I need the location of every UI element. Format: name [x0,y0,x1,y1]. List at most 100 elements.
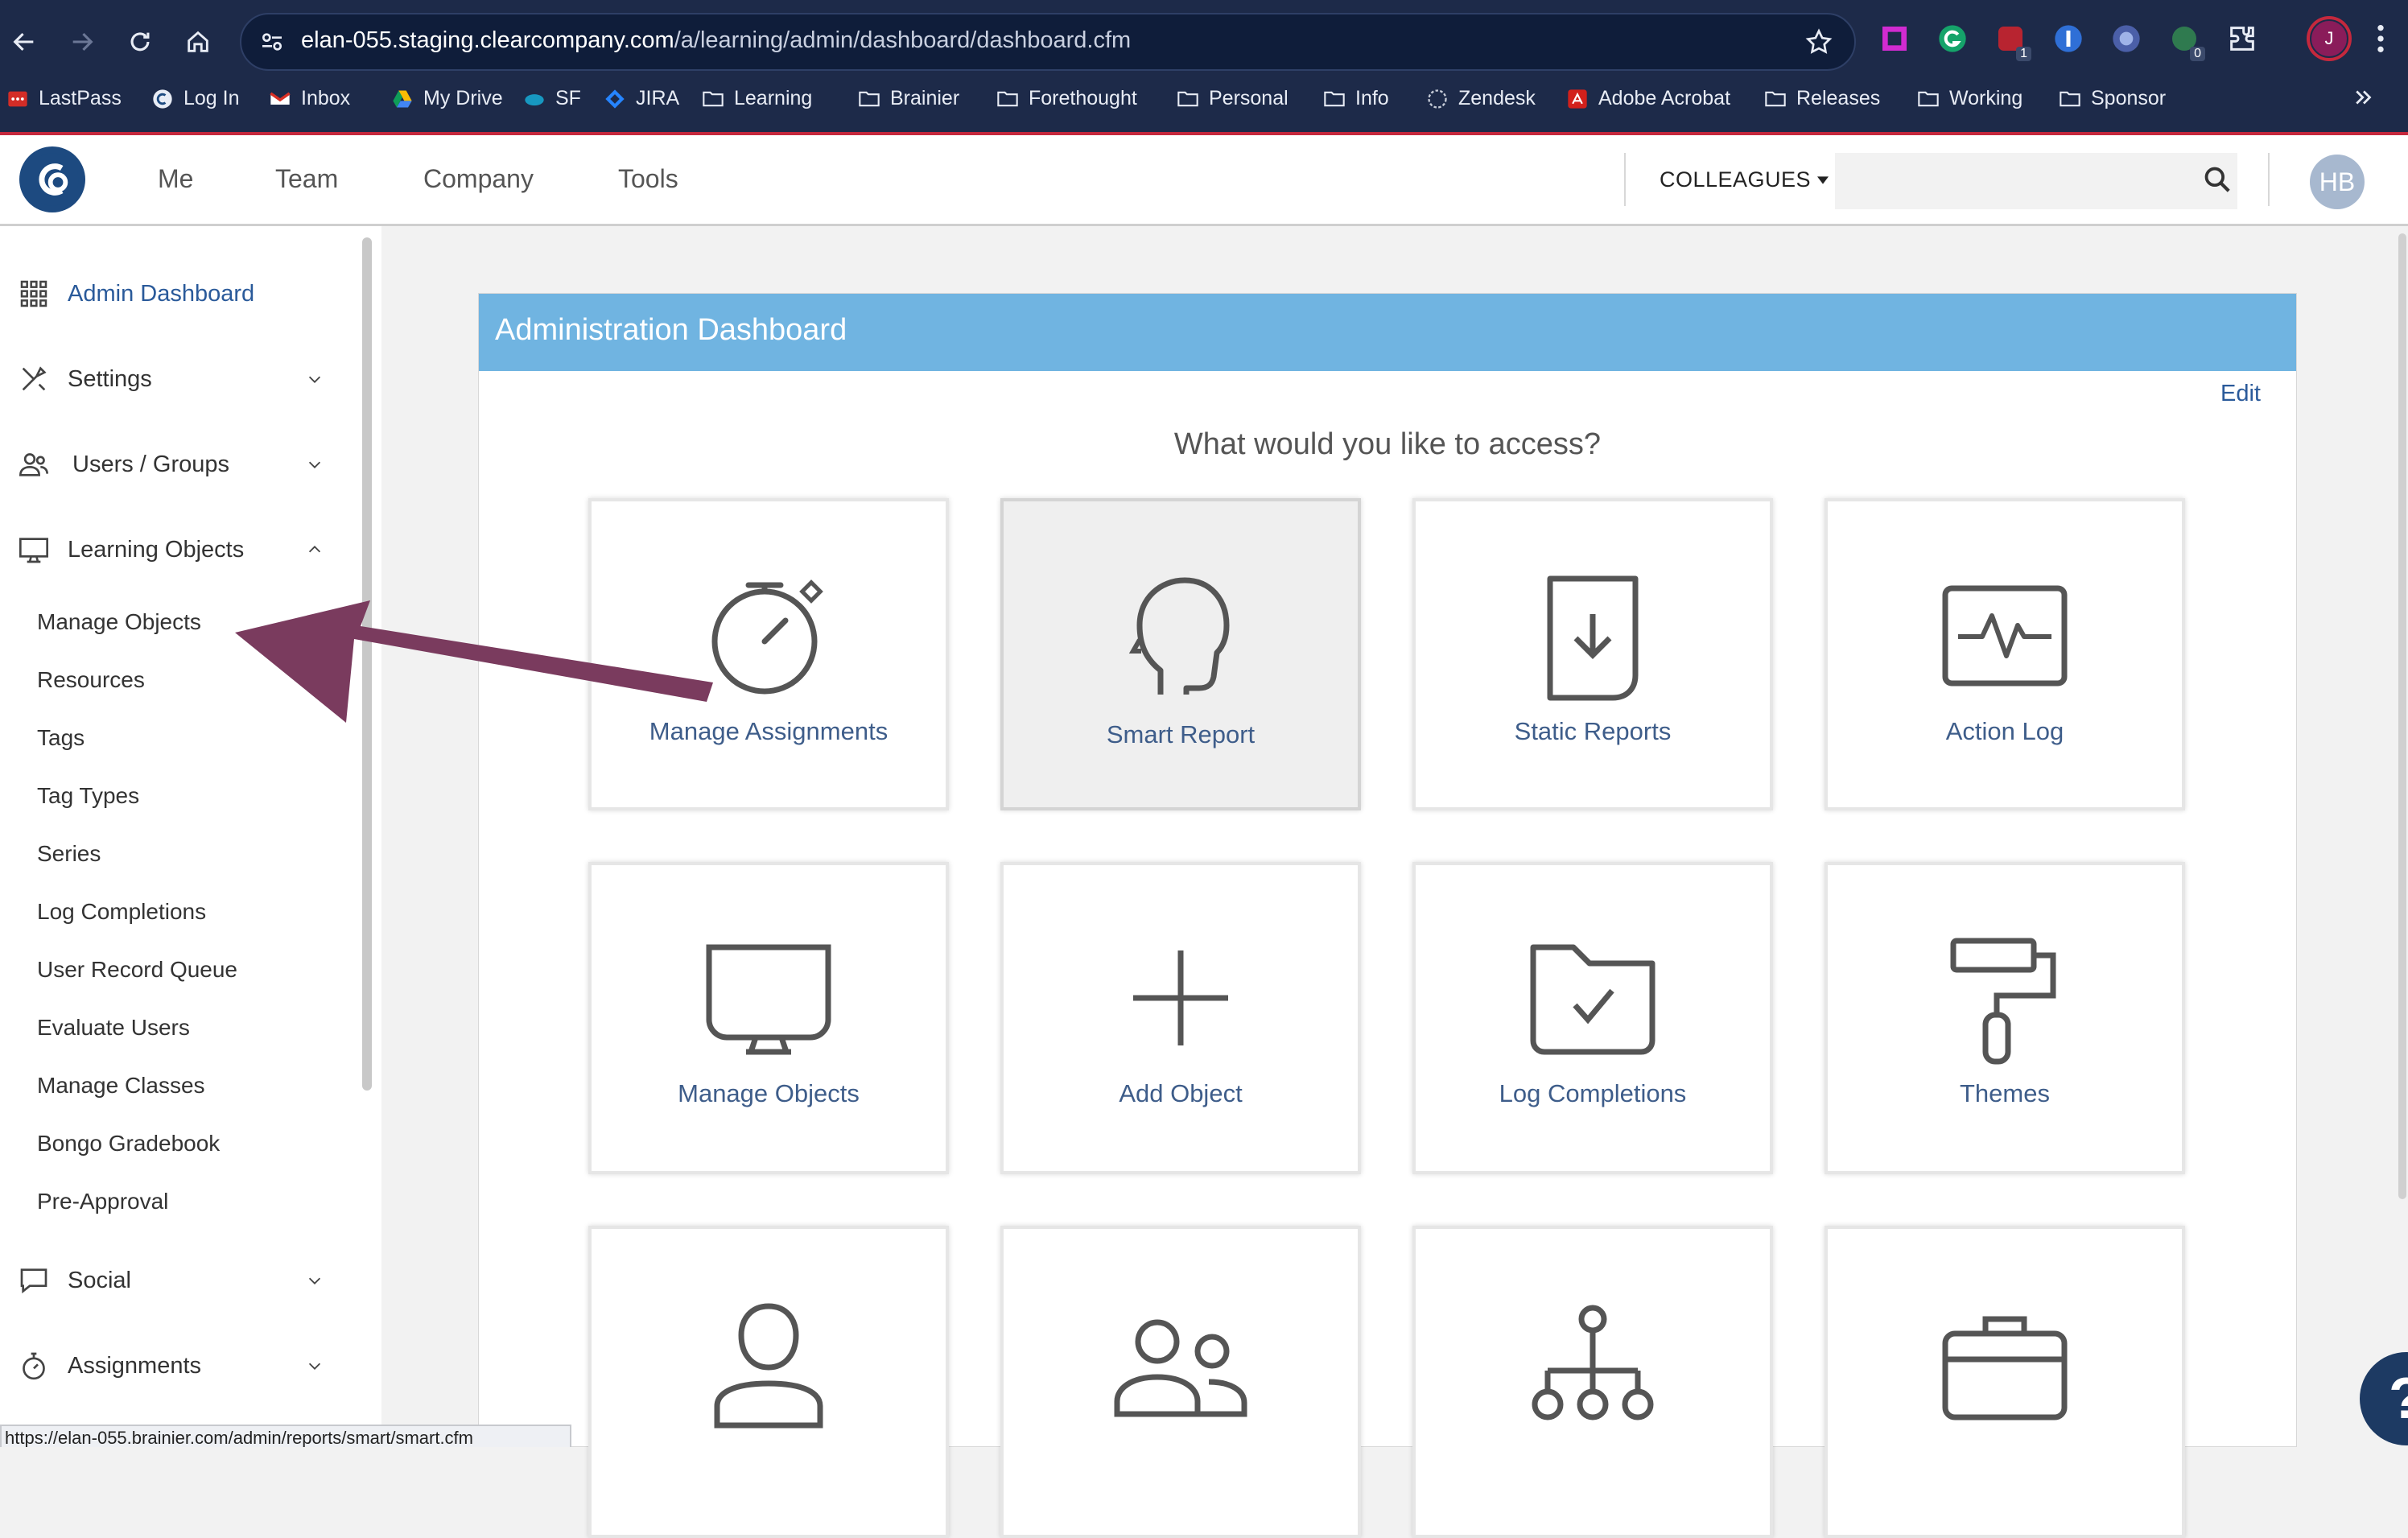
header-divider [2268,153,2270,206]
home-button[interactable] [175,19,221,64]
sidebar-subitem-log-completions[interactable]: Log Completions [37,899,206,925]
home-icon [188,31,208,52]
sidebar-subitem-tag-types[interactable]: Tag Types [37,783,139,809]
bookmark-jira[interactable]: JIRA [604,87,679,110]
tile-org-chart[interactable] [1412,1226,1773,1538]
bookmark-log-in[interactable]: Log In [151,87,240,110]
chevron-down-icon [308,1277,321,1284]
bookmark-sf[interactable]: SF [523,87,581,110]
bookmarks-overflow-icon[interactable] [2352,85,2376,109]
sidebar-item-users-groups[interactable]: Users / Groups [0,440,346,489]
users-icon [19,453,48,476]
site-settings-icon[interactable] [259,29,285,55]
colleague-search-input[interactable] [1835,153,2237,209]
bookmark-info[interactable]: Info [1323,87,1389,110]
sidebar-item-social[interactable]: Social [0,1256,346,1305]
user-icon [714,1303,823,1429]
folder-icon [858,88,880,110]
bookmark-adobe-acrobat[interactable]: Adobe Acrobat [1566,87,1730,110]
bookmark-label: JIRA [636,87,680,109]
bookmark-lastpass[interactable]: LastPass [6,87,122,110]
tile-themes[interactable]: Themes [1825,862,2185,1174]
nav-tools[interactable]: Tools [618,164,678,194]
user-avatar[interactable]: HB [2310,155,2365,209]
back-button[interactable] [2,19,47,64]
extension-circle-icon[interactable] [2110,23,2142,55]
sidebar-item-admin-dashboard[interactable]: Admin Dashboard [0,270,346,318]
bookmark-label: Releases [1796,87,1881,109]
sidebar-item-settings[interactable]: Settings [0,355,346,403]
sidebar-subitem-manage-classes[interactable]: Manage Classes [37,1073,205,1099]
bookmark-label: Log In [183,87,240,109]
extension-badge-icon[interactable]: 1 [1994,23,2031,61]
bookmark-inbox[interactable]: Inbox [269,87,350,110]
page-scrollbar[interactable] [2398,233,2406,1199]
back-arrow-icon [13,32,34,52]
chevron-up-icon [308,546,321,553]
tile-manage-objects[interactable]: Manage Objects [588,862,949,1174]
sidebar-subitem-manage-objects[interactable]: Manage Objects [37,609,201,635]
sidebar-subitem-evaluate-users[interactable]: Evaluate Users [37,1015,190,1041]
extensions-puzzle-icon[interactable] [2226,23,2258,55]
clearcompany-logo[interactable] [19,146,85,212]
bookmark-sponsor[interactable]: Sponsor [2059,87,2166,110]
colleagues-dropdown[interactable]: COLLEAGUES [1660,167,1829,192]
sidebar-subitem-resources[interactable]: Resources [37,667,145,693]
extension-green-icon[interactable]: 0 [2168,23,2205,61]
sidebar-item-assignments[interactable]: Assignments [0,1342,346,1390]
tile-smart-report[interactable]: Smart Report [1000,498,1361,810]
url-text[interactable]: elan-055.staging.clearcompany.com/a/lear… [301,27,1131,54]
sidebar-subitem-pre-approval[interactable]: Pre-Approval [37,1189,168,1214]
nav-company[interactable]: Company [423,164,534,194]
profile-button[interactable]: J [2307,16,2352,61]
address-bar[interactable]: elan-055.staging.clearcompany.com/a/lear… [240,13,1856,71]
panel-header: Administration Dashboard [479,294,2296,371]
plus-icon [1133,950,1228,1045]
bookmark-brainier[interactable]: Brainier [858,87,959,110]
colleagues-label: COLLEAGUES [1660,167,1812,192]
reload-button[interactable] [118,19,163,64]
extension-badge-count: 0 [2190,47,2205,61]
sidebar-item-learning-objects[interactable]: Learning Objects [0,526,346,574]
bookmark-my-drive[interactable]: My Drive [391,87,503,110]
nav-team[interactable]: Team [275,164,338,194]
bookmark-personal[interactable]: Personal [1177,87,1289,110]
sidebar-subitem-tags[interactable]: Tags [37,725,85,751]
bookmark-learning[interactable]: Learning [702,87,812,110]
bookmark-working[interactable]: Working [1917,87,2022,110]
search-icon[interactable] [2202,164,2233,195]
sidebar-subitem-series[interactable]: Series [37,841,101,867]
nav-me[interactable]: Me [158,164,193,194]
bookmark-releases[interactable]: Releases [1764,87,1880,110]
tile-add-object[interactable]: Add Object [1000,862,1361,1174]
tile-log-completions[interactable]: Log Completions [1412,862,1773,1174]
lastpass-icon [6,88,29,110]
edit-link[interactable]: Edit [2220,381,2261,407]
forward-arrow-icon [72,32,93,52]
bookmark-zendesk[interactable]: Zendesk [1426,87,1536,110]
tile-briefcase[interactable] [1825,1226,2185,1538]
document-download-icon [1547,575,1639,701]
grammarly-icon[interactable] [1936,23,1969,55]
password-manager-icon[interactable] [2052,23,2084,55]
tile-manage-assignments[interactable]: Manage Assignments [588,498,949,810]
forward-button[interactable] [60,19,105,64]
bookmark-star-icon[interactable] [1804,27,1833,56]
briefcase-icon [1942,1316,2068,1420]
tile-action-log[interactable]: Action Log [1825,498,2185,810]
pulse-icon [1942,585,2068,687]
sidebar-subitem-user-record-queue[interactable]: User Record Queue [37,957,237,983]
browser-menu-icon[interactable] [2374,23,2387,55]
tile-user[interactable] [588,1226,949,1538]
bookmark-label: Zendesk [1458,87,1536,109]
extension-badge-count: 1 [2016,47,2031,61]
sidebar-subitem-bongo-gradebook[interactable]: Bongo Gradebook [37,1131,220,1157]
sidebar-scrollbar[interactable] [362,237,372,1091]
tile-users[interactable] [1000,1226,1361,1538]
bookmark-forethought[interactable]: Forethought [996,87,1137,110]
tile-static-reports[interactable]: Static Reports [1412,498,1773,810]
url-path: /a/learning/admin/dashboard/dashboard.cf… [674,27,1132,53]
sidebar-item-label: Assignments [68,1352,202,1379]
bookmark-label: SF [555,87,581,109]
extension-square-icon[interactable] [1878,23,1911,55]
